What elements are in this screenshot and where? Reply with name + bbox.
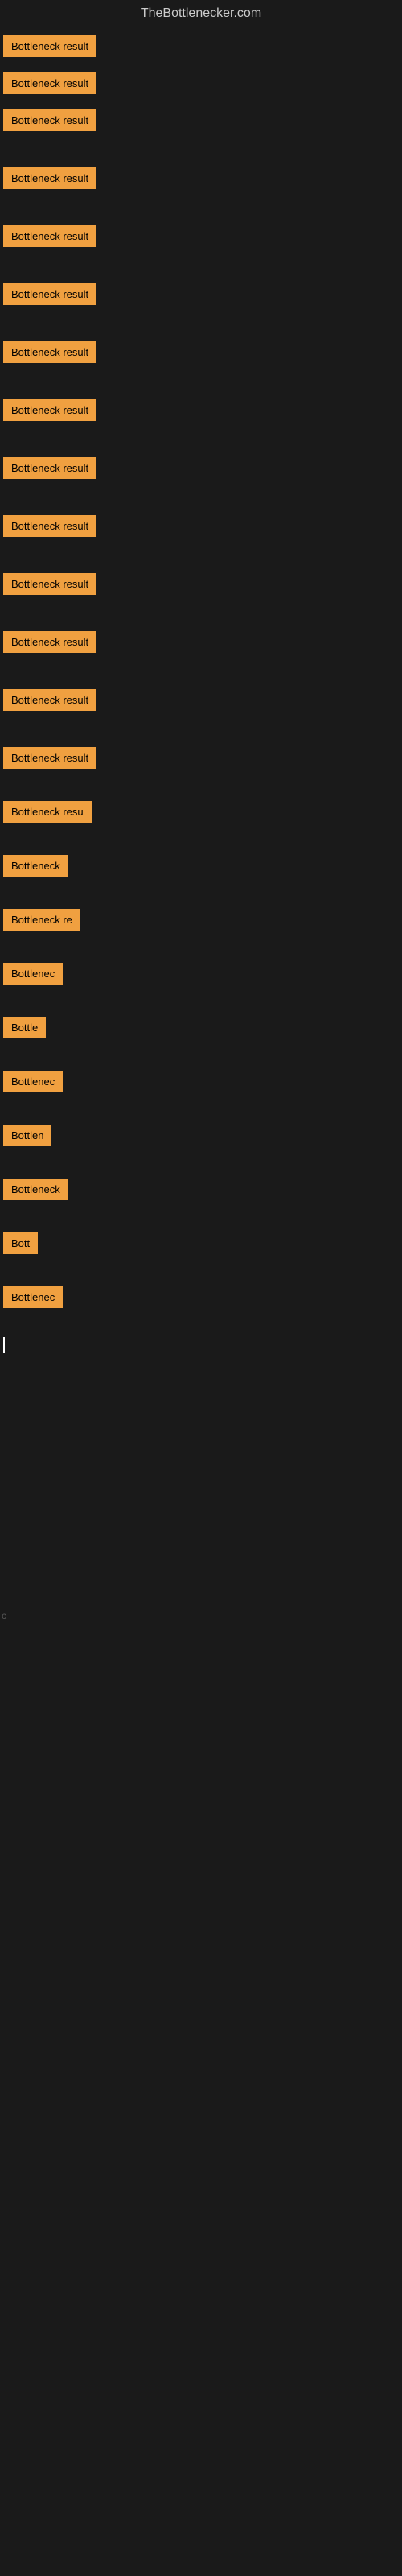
bottleneck-label-5: Bottleneck result bbox=[3, 225, 96, 247]
cursor-row bbox=[0, 1337, 402, 1357]
list-item: Bottlenec bbox=[0, 960, 402, 992]
list-item: Bottleneck result bbox=[0, 686, 402, 718]
list-item: Bottlen bbox=[0, 1121, 402, 1154]
list-item: Bottleneck bbox=[0, 1175, 402, 1208]
bottleneck-label-1: Bottleneck result bbox=[3, 35, 96, 57]
bottleneck-label-13: Bottleneck result bbox=[3, 689, 96, 711]
list-item: Bottlenec bbox=[0, 1067, 402, 1100]
list-item: Bottleneck result bbox=[0, 454, 402, 486]
bottleneck-label-23: Bott bbox=[3, 1232, 38, 1254]
site-title: TheBottlenecker.com bbox=[0, 0, 402, 27]
list-item: Bottleneck result bbox=[0, 280, 402, 312]
bottleneck-label-2: Bottleneck result bbox=[3, 72, 96, 94]
bottleneck-label-24: Bottlenec bbox=[3, 1286, 63, 1308]
list-item: Bottleneck result bbox=[0, 512, 402, 544]
bottleneck-label-16: Bottleneck bbox=[3, 855, 68, 877]
list-item: Bottlenec bbox=[0, 1283, 402, 1315]
bottleneck-label-18: Bottlenec bbox=[3, 963, 63, 985]
bottleneck-label-20: Bottlenec bbox=[3, 1071, 63, 1092]
bottleneck-label-7: Bottleneck result bbox=[3, 341, 96, 363]
list-item: Bottleneck result bbox=[0, 628, 402, 660]
list-item: Bottle bbox=[0, 1013, 402, 1046]
list-item: Bott bbox=[0, 1229, 402, 1261]
list-item: Bottleneck result bbox=[0, 106, 402, 138]
list-item: Bottleneck result bbox=[0, 69, 402, 101]
bottleneck-label-12: Bottleneck result bbox=[3, 631, 96, 653]
bottleneck-label-22: Bottleneck bbox=[3, 1179, 68, 1200]
list-item: Bottleneck result bbox=[0, 570, 402, 602]
list-item: Bottleneck result bbox=[0, 164, 402, 196]
list-item: Bottleneck result bbox=[0, 396, 402, 428]
bottleneck-label-19: Bottle bbox=[3, 1017, 46, 1038]
list-item: Bottleneck bbox=[0, 852, 402, 884]
bottleneck-label-4: Bottleneck result bbox=[3, 167, 96, 189]
bottleneck-label-15: Bottleneck resu bbox=[3, 801, 92, 823]
footer-char-row: c bbox=[0, 1608, 402, 1623]
page-container: TheBottlenecker.com Bottleneck result Bo… bbox=[0, 0, 402, 2111]
bottleneck-label-14: Bottleneck result bbox=[3, 747, 96, 769]
bottleneck-label-9: Bottleneck result bbox=[3, 457, 96, 479]
bottleneck-label-17: Bottleneck re bbox=[3, 909, 80, 931]
bottleneck-label-3: Bottleneck result bbox=[3, 109, 96, 131]
list-item: Bottleneck result bbox=[0, 744, 402, 776]
bottleneck-label-11: Bottleneck result bbox=[3, 573, 96, 595]
list-item: Bottleneck re bbox=[0, 906, 402, 938]
footer-char: c bbox=[2, 1610, 6, 1621]
bottleneck-label-6: Bottleneck result bbox=[3, 283, 96, 305]
list-item: Bottleneck result bbox=[0, 222, 402, 254]
list-item: Bottleneck result bbox=[0, 32, 402, 64]
list-item: Bottleneck resu bbox=[0, 798, 402, 830]
bottleneck-label-8: Bottleneck result bbox=[3, 399, 96, 421]
bottleneck-label-21: Bottlen bbox=[3, 1125, 51, 1146]
bottleneck-label-10: Bottleneck result bbox=[3, 515, 96, 537]
list-item: Bottleneck result bbox=[0, 338, 402, 370]
text-cursor bbox=[3, 1337, 5, 1353]
